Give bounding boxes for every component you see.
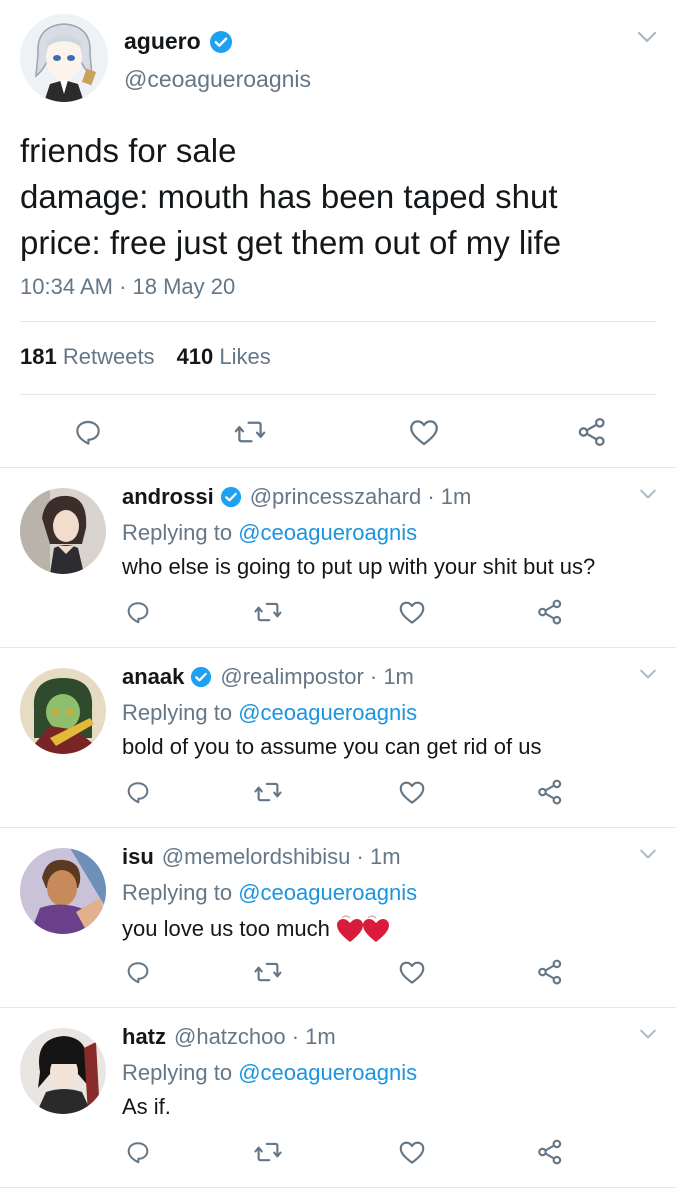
- replying-prefix: Replying to: [122, 1060, 239, 1085]
- author-handle[interactable]: @ceoagueroagnis: [124, 66, 311, 93]
- replying-to-link[interactable]: @ceoagueroagnis: [238, 880, 417, 905]
- reply-text-body: you love us too much: [122, 916, 330, 941]
- retweet-icon[interactable]: [250, 594, 286, 630]
- share-icon[interactable]: [532, 1134, 568, 1170]
- replying-to: Replying to @ceoagueroagnis: [122, 700, 417, 726]
- retweets-label: Retweets: [62, 344, 155, 369]
- replying-to: Replying to @ceoagueroagnis: [122, 520, 417, 546]
- reply-text-body: who else is going to put up with your sh…: [122, 554, 596, 579]
- reply-tweet[interactable]: isu @memelordshibisu · 1m Replying to @c…: [0, 828, 676, 1008]
- chevron-down-icon[interactable]: [638, 488, 658, 500]
- tweet-actions: [0, 412, 676, 452]
- author-name-row: aguero: [124, 28, 233, 55]
- reply-avatar[interactable]: [20, 848, 106, 934]
- verified-badge-icon: [209, 30, 233, 54]
- retweet-icon[interactable]: [250, 1134, 286, 1170]
- reply-avatar[interactable]: [20, 668, 106, 754]
- retweets-count: 181: [20, 344, 57, 369]
- reply-text-body: bold of you to assume you can get rid of…: [122, 734, 542, 759]
- chevron-down-icon[interactable]: [638, 1028, 658, 1040]
- share-icon[interactable]: [532, 594, 568, 630]
- reply-text: who else is going to put up with your sh…: [122, 554, 595, 580]
- likes-stat[interactable]: 410 Likes: [177, 344, 271, 370]
- reply-icon[interactable]: [120, 774, 156, 810]
- author-name[interactable]: aguero: [124, 28, 201, 55]
- retweet-icon[interactable]: [230, 412, 270, 452]
- share-icon[interactable]: [532, 954, 568, 990]
- tweet-text: friends for sale damage: mouth has been …: [20, 128, 561, 266]
- main-tweet: aguero @ceoagueroagnis friends for sale …: [0, 0, 676, 468]
- retweets-stat[interactable]: 181 Retweets: [20, 344, 155, 370]
- tweet-line: price: free just get them out of my life: [20, 224, 562, 261]
- reply-header: androssi @princesszahard · 1m: [122, 484, 471, 510]
- reply-avatar[interactable]: [20, 1028, 106, 1114]
- reply-tweet[interactable]: hatz @hatzchoo · 1m Replying to @ceoague…: [0, 1008, 676, 1188]
- reply-text: you love us too much: [122, 914, 392, 944]
- two-hearts-emoji-icon: [336, 914, 392, 944]
- reply-tweet[interactable]: anaak @realimpostor · 1m Replying to @ce…: [0, 648, 676, 828]
- replying-prefix: Replying to: [122, 700, 239, 725]
- share-icon[interactable]: [532, 774, 568, 810]
- tweet-stats: 181 Retweets 410 Likes: [20, 344, 271, 370]
- reply-avatar[interactable]: [20, 488, 106, 574]
- reply-tweet[interactable]: androssi @princesszahard · 1m Replying t…: [0, 468, 676, 648]
- reply-icon[interactable]: [120, 1134, 156, 1170]
- reply-name[interactable]: androssi: [122, 484, 214, 510]
- replying-prefix: Replying to: [122, 880, 239, 905]
- retweet-icon[interactable]: [250, 774, 286, 810]
- divider: [20, 394, 656, 395]
- replying-to-link[interactable]: @ceoagueroagnis: [238, 700, 417, 725]
- reply-text-body: As if.: [122, 1094, 171, 1119]
- reply-icon[interactable]: [68, 412, 108, 452]
- replying-to-link[interactable]: @ceoagueroagnis: [238, 1060, 417, 1085]
- chevron-down-icon[interactable]: [638, 668, 658, 680]
- reply-name[interactable]: anaak: [122, 664, 184, 690]
- author-avatar[interactable]: [20, 14, 108, 102]
- heart-icon[interactable]: [404, 412, 444, 452]
- tweet-line: damage: mouth has been taped shut: [20, 178, 558, 215]
- likes-label: Likes: [219, 344, 271, 369]
- reply-handle[interactable]: @princesszahard · 1m: [250, 484, 472, 510]
- reply-handle[interactable]: @memelordshibisu · 1m: [162, 844, 401, 870]
- reply-name[interactable]: isu: [122, 844, 154, 870]
- reply-icon[interactable]: [120, 594, 156, 630]
- reply-handle[interactable]: @hatzchoo · 1m: [174, 1024, 336, 1050]
- replying-to: Replying to @ceoagueroagnis: [122, 880, 417, 906]
- divider: [20, 321, 656, 322]
- chevron-down-icon[interactable]: [638, 848, 658, 860]
- heart-icon[interactable]: [394, 954, 430, 990]
- replying-to-link[interactable]: @ceoagueroagnis: [238, 520, 417, 545]
- reply-header: anaak @realimpostor · 1m: [122, 664, 414, 690]
- replying-to: Replying to @ceoagueroagnis: [122, 1060, 417, 1086]
- replying-prefix: Replying to: [122, 520, 239, 545]
- reply-handle[interactable]: @realimpostor · 1m: [220, 664, 414, 690]
- share-icon[interactable]: [572, 412, 612, 452]
- verified-badge-icon: [220, 486, 242, 508]
- heart-icon[interactable]: [394, 1134, 430, 1170]
- reply-name[interactable]: hatz: [122, 1024, 166, 1050]
- reply-text: As if.: [122, 1094, 171, 1120]
- reply-text: bold of you to assume you can get rid of…: [122, 734, 541, 760]
- tweet-timestamp[interactable]: 10:34 AM · 18 May 20: [20, 274, 235, 300]
- reply-header: isu @memelordshibisu · 1m: [122, 844, 401, 870]
- heart-icon[interactable]: [394, 594, 430, 630]
- reply-icon[interactable]: [120, 954, 156, 990]
- chevron-down-icon[interactable]: [636, 30, 658, 44]
- tweet-line: friends for sale: [20, 132, 237, 169]
- retweet-icon[interactable]: [250, 954, 286, 990]
- reply-header: hatz @hatzchoo · 1m: [122, 1024, 336, 1050]
- likes-count: 410: [176, 344, 214, 369]
- heart-icon[interactable]: [394, 774, 430, 810]
- verified-badge-icon: [190, 666, 212, 688]
